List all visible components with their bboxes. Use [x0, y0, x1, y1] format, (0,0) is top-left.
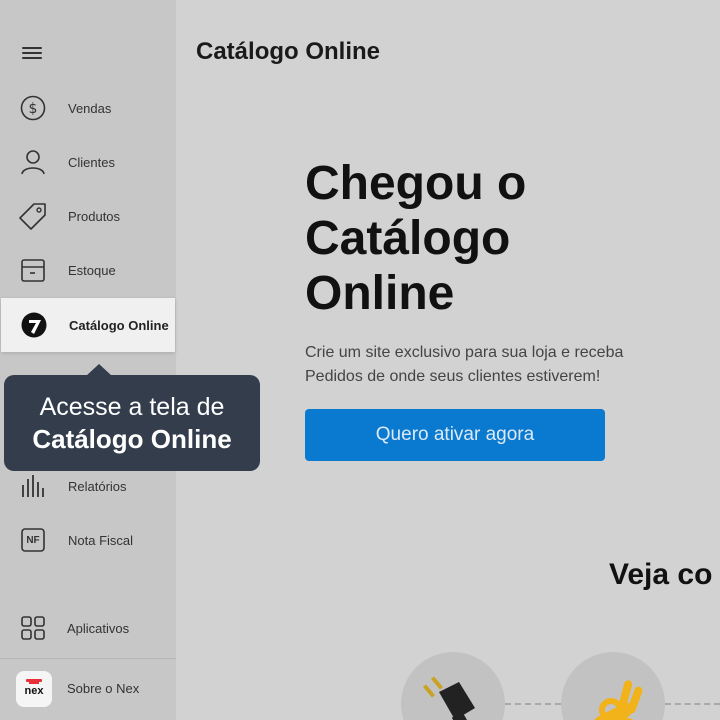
sidebar-item-nota-fiscal[interactable]: NF Nota Fiscal: [0, 513, 176, 567]
sidebar-item-vendas[interactable]: $ Vendas: [0, 81, 176, 135]
box-icon: [19, 256, 47, 284]
sidebar-item-label: Clientes: [68, 154, 115, 170]
nf-icon: NF: [19, 526, 47, 554]
sidebar-item-estoque[interactable]: Estoque: [0, 243, 176, 297]
bars-icon: [19, 472, 47, 500]
dashed-connector: [505, 703, 561, 705]
user-icon: [19, 148, 47, 176]
onboarding-tooltip: Acesse a tela de Catálogo Online: [4, 375, 260, 471]
svg-text:$: $: [29, 101, 38, 117]
activate-button[interactable]: Quero ativar agora: [305, 409, 605, 461]
page-title: Catálogo Online: [196, 38, 381, 65]
grid-icon: [19, 614, 47, 642]
sidebar-item-sobre[interactable]: nex Sobre o Nex: [0, 661, 176, 715]
sidebar-item-label: Nota Fiscal: [68, 532, 134, 548]
dollar-icon: $: [19, 94, 47, 122]
sidebar-item-label: Estoque: [68, 262, 116, 278]
sidebar-item-clientes[interactable]: Clientes: [0, 135, 176, 189]
nex-logo-icon: nex: [16, 671, 52, 707]
sidebar-item-label: Catálogo Online: [69, 317, 169, 333]
sidebar-item-produtos[interactable]: Produtos: [0, 189, 176, 243]
sidebar-divider: [0, 658, 176, 659]
ok-hand-illustration: [561, 652, 665, 720]
hamburger-menu-icon[interactable]: [22, 44, 44, 62]
sidebar-item-label: Vendas: [68, 100, 112, 116]
section-heading: Veja co: [609, 558, 713, 591]
sidebar-item-aplicativos[interactable]: Aplicativos: [0, 601, 176, 655]
dashed-connector: [665, 703, 720, 705]
sidebar: $ Vendas Clientes Produtos Estoque Catál…: [0, 0, 176, 720]
nf-badge-text: NF: [26, 534, 40, 546]
sidebar-item-label: Aplicativos: [67, 620, 130, 636]
sidebar-item-catalogo-online[interactable]: Catálogo Online: [1, 298, 175, 352]
tooltip-line-1: Acesse a tela de: [39, 392, 225, 421]
tag-icon: [19, 202, 47, 230]
plug-illustration: [401, 652, 505, 720]
hero-title: Chegou o Catálogo Online: [305, 157, 527, 320]
tooltip-line-2: Catálogo Online: [32, 423, 232, 454]
sidebar-item-label: Relatórios: [68, 478, 127, 494]
sidebar-item-label: Produtos: [68, 208, 121, 224]
nex-logo-text: nex: [24, 685, 44, 697]
catalog-icon: [20, 311, 48, 339]
hero-description: Crie um site exclusivo para sua loja e r…: [305, 344, 624, 385]
sidebar-item-label: Sobre o Nex: [67, 680, 140, 696]
